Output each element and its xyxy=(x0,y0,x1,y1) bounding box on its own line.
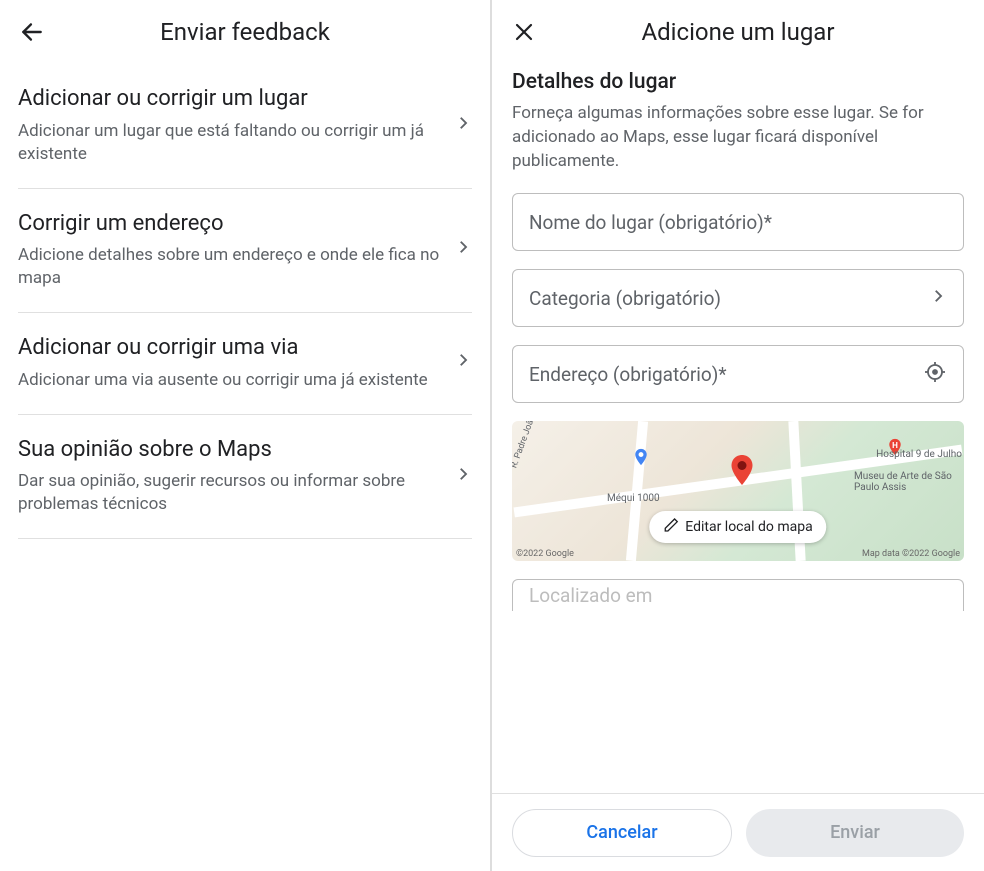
field-placeholder: Localizado em xyxy=(529,584,947,607)
edit-map-label: Editar local do mapa xyxy=(685,519,812,535)
map-attribution: Map data ©2022 Google xyxy=(862,549,960,559)
item-subtitle: Adicione detalhes sobre um endereço e on… xyxy=(18,244,442,290)
edit-map-location-button[interactable]: Editar local do mapa xyxy=(649,511,826,543)
feedback-item-add-road[interactable]: Adicionar ou corrigir uma via Adicionar … xyxy=(0,313,490,414)
cancel-label: Cancelar xyxy=(586,822,657,843)
send-label: Enviar xyxy=(830,822,880,843)
map-preview[interactable]: R. Padre João Manuel H Hospital 9 de Jul… xyxy=(512,421,964,561)
item-subtitle: Dar sua opinião, sugerir recursos ou inf… xyxy=(18,470,442,516)
chevron-right-icon xyxy=(454,238,472,260)
section-description: Forneça algumas informações sobre esse l… xyxy=(492,102,984,173)
item-subtitle: Adicionar uma via ausente ou corrigir um… xyxy=(18,369,442,392)
add-place-screen: Adicione um lugar Detalhes do lugar Forn… xyxy=(492,0,984,871)
send-button[interactable]: Enviar xyxy=(746,809,964,857)
header: Enviar feedback xyxy=(0,0,490,64)
chevron-right-icon xyxy=(454,351,472,373)
map-poi-pin-icon xyxy=(631,448,651,468)
cancel-button[interactable]: Cancelar xyxy=(512,809,732,857)
pencil-icon xyxy=(663,517,679,537)
chevron-right-icon xyxy=(929,287,947,309)
map-hospital-label: Hospital 9 de Julho xyxy=(876,449,962,460)
feedback-screen: Enviar feedback Adicionar ou corrigir um… xyxy=(0,0,492,871)
field-placeholder: Endereço (obrigatório)* xyxy=(529,363,923,386)
field-placeholder: Nome do lugar (obrigatório)* xyxy=(529,211,947,234)
address-input[interactable]: Endereço (obrigatório)* xyxy=(512,345,964,403)
chevron-right-icon xyxy=(454,465,472,487)
bottom-action-bar: Cancelar Enviar xyxy=(492,793,984,871)
close-icon[interactable] xyxy=(510,18,538,46)
map-museum-label: Museu de Arte de São Paulo Assis xyxy=(854,471,954,493)
map-main-pin-icon xyxy=(724,452,752,480)
item-title: Sua opinião sobre o Maps xyxy=(18,435,442,465)
item-subtitle: Adicionar um lugar que está faltando ou … xyxy=(18,120,442,166)
place-name-input[interactable]: Nome do lugar (obrigatório)* xyxy=(512,193,964,251)
locate-icon[interactable] xyxy=(923,360,947,388)
field-placeholder: Categoria (obrigatório) xyxy=(529,287,929,310)
divider xyxy=(18,538,472,539)
page-title: Enviar feedback xyxy=(46,18,444,46)
feedback-item-opinion[interactable]: Sua opinião sobre o Maps Dar sua opinião… xyxy=(0,415,490,539)
item-title: Adicionar ou corrigir um lugar xyxy=(18,84,442,114)
feedback-item-add-place[interactable]: Adicionar ou corrigir um lugar Adicionar… xyxy=(0,64,490,188)
map-street-label: R. Padre João Manuel xyxy=(512,421,549,470)
category-select[interactable]: Categoria (obrigatório) xyxy=(512,269,964,327)
chevron-right-icon xyxy=(454,114,472,136)
located-in-input[interactable]: Localizado em xyxy=(512,579,964,611)
feedback-item-fix-address[interactable]: Corrigir um endereço Adicione detalhes s… xyxy=(0,189,490,313)
map-mequi-label: Méqui 1000 xyxy=(607,493,660,504)
item-title: Corrigir um endereço xyxy=(18,209,442,239)
back-arrow-icon[interactable] xyxy=(18,18,46,46)
item-title: Adicionar ou corrigir uma via xyxy=(18,333,442,363)
page-title: Adicione um lugar xyxy=(538,18,938,46)
map-attribution: ©2022 Google xyxy=(516,549,574,559)
header: Adicione um lugar xyxy=(492,0,984,64)
section-title: Detalhes do lugar xyxy=(492,70,984,94)
